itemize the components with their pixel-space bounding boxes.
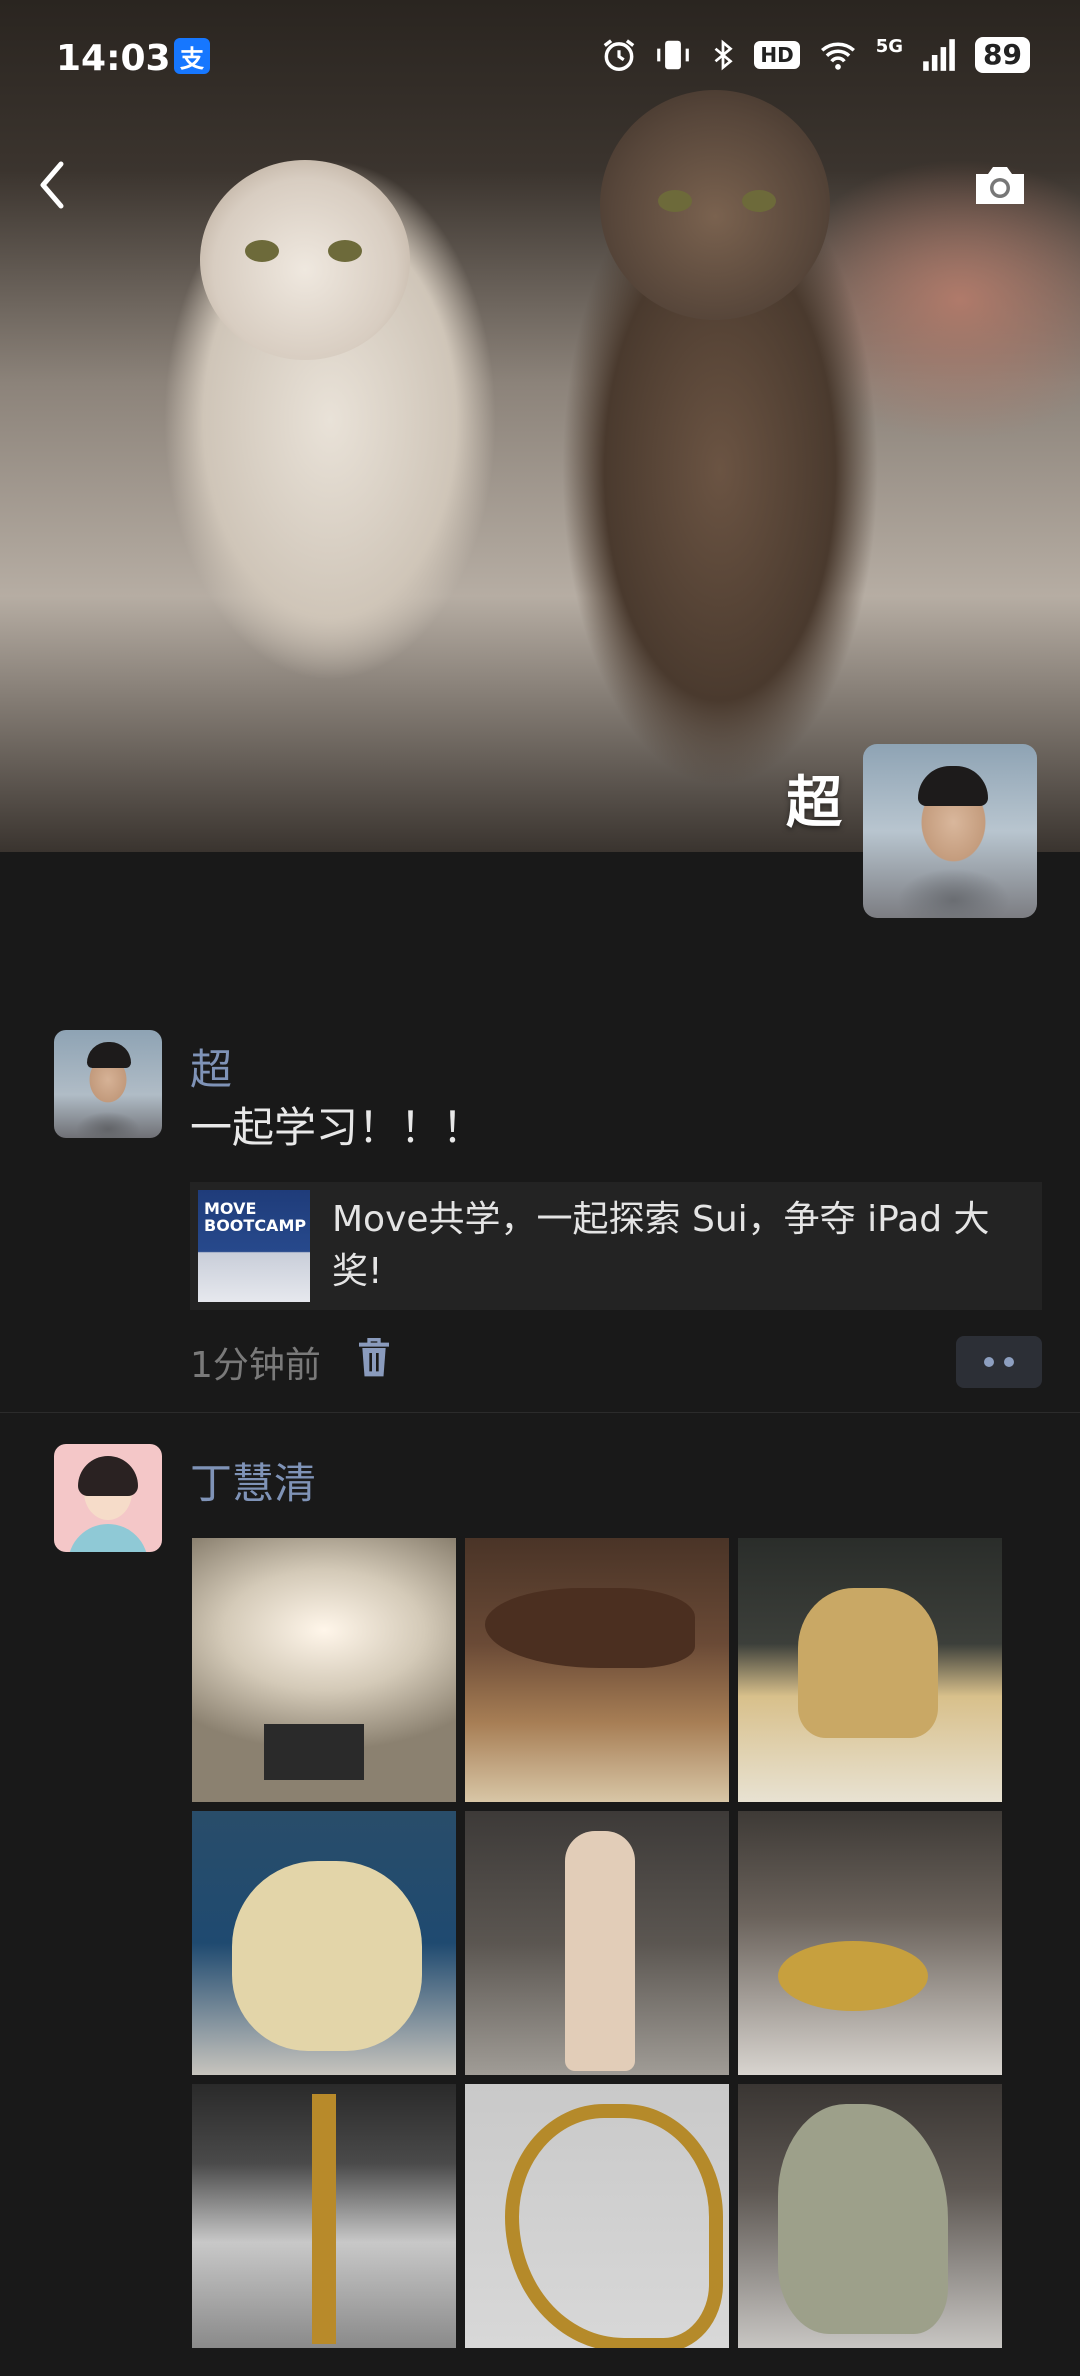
- profile-avatar[interactable]: [863, 744, 1037, 918]
- post-text: 一起学习！！！: [190, 1103, 485, 1152]
- post-author[interactable]: 丁慧清: [190, 1450, 316, 1511]
- photo-thumbnail[interactable]: [465, 1811, 729, 2075]
- link-title: Move共学，一起探索 Sui，争夺 iPad 大奖!: [332, 1199, 990, 1292]
- photo-thumbnail[interactable]: [465, 1538, 729, 1802]
- dot: [1004, 1357, 1014, 1367]
- vibrate-icon: [657, 40, 690, 70]
- moment-post: 丁慧清: [0, 1444, 1080, 2376]
- status-icons: HD 5G 89: [600, 36, 1030, 74]
- link-thumbnail: MOVE BOOTCAMP: [198, 1190, 310, 1302]
- bluetooth-icon: [714, 39, 734, 71]
- profile-name: 超: [786, 771, 842, 836]
- link-thumbnail-text: MOVE BOOTCAMP: [204, 1199, 307, 1235]
- signal-icon: [923, 39, 955, 71]
- white-cat: [200, 160, 410, 360]
- tabby-cat: [600, 90, 830, 320]
- more-actions-button[interactable]: [956, 1336, 1042, 1388]
- photo-thumbnail[interactable]: [192, 1538, 456, 1802]
- back-icon[interactable]: [30, 160, 74, 210]
- photo-thumbnail[interactable]: [192, 1811, 456, 2075]
- network-type: 5G: [875, 36, 904, 57]
- photo-thumbnail[interactable]: [465, 2084, 729, 2348]
- photo-thumbnail[interactable]: [738, 1538, 1002, 1802]
- camera-icon[interactable]: [970, 160, 1030, 210]
- trash-icon[interactable]: [354, 1336, 394, 1380]
- alipay-notification-icon: 支: [174, 38, 210, 74]
- shared-link-card[interactable]: MOVE BOOTCAMP Move共学，一起探索 Sui，争夺 iPad 大奖…: [190, 1182, 1042, 1310]
- photo-thumbnail[interactable]: [738, 1811, 1002, 2075]
- wifi-icon: [820, 42, 855, 70]
- avatar[interactable]: [54, 1030, 162, 1138]
- photo-grid: [192, 1538, 1006, 2348]
- alarm-icon: [604, 39, 635, 71]
- hd-badge: HD: [754, 41, 800, 69]
- post-author[interactable]: 超: [190, 1036, 232, 1097]
- photo-thumbnail[interactable]: [738, 2084, 1002, 2348]
- moment-post: 超 一起学习！！！ MOVE BOOTCAMP Move共学，一起探索 Sui，…: [0, 1030, 1080, 1413]
- battery-indicator: 89: [975, 37, 1030, 73]
- post-time: 1分钟前: [190, 1345, 321, 1386]
- status-time: 14:03: [56, 38, 171, 79]
- avatar[interactable]: [54, 1444, 162, 1552]
- dot: [984, 1357, 994, 1367]
- photo-thumbnail[interactable]: [192, 2084, 456, 2348]
- status-bar: 14:03 支 HD 5G 89: [0, 0, 1080, 120]
- cover-photo[interactable]: [0, 0, 1080, 852]
